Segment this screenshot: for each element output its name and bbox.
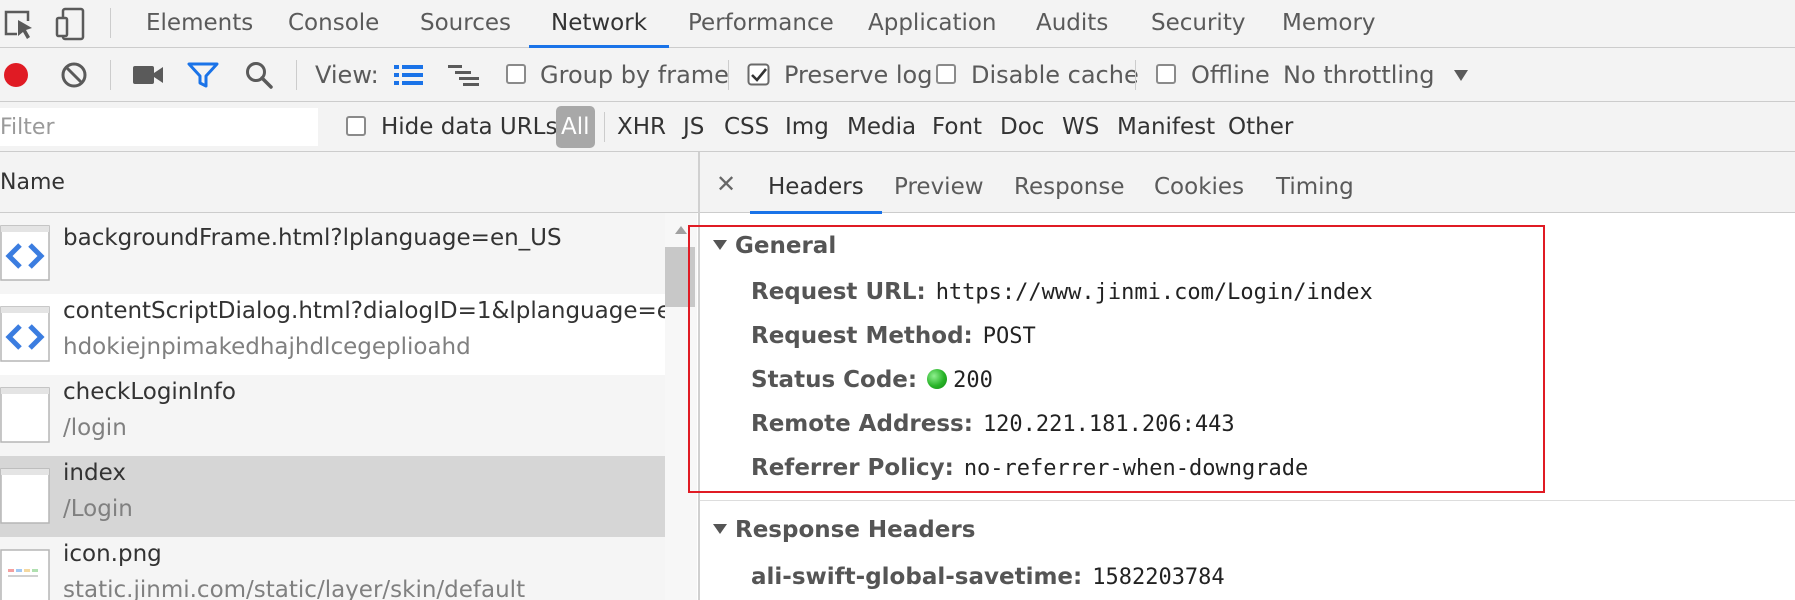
preserve-log-checkbox[interactable] [747, 63, 771, 87]
request-name: backgroundFrame.html?lplanguage=en_US [63, 225, 562, 251]
throttling-select[interactable]: No throttling [1283, 48, 1435, 102]
record-icon[interactable] [2, 61, 30, 89]
request-list: backgroundFrame.html?lplanguage=en_US co… [0, 213, 665, 600]
type-filter-all[interactable]: All [556, 106, 595, 148]
toolbar-separator [728, 60, 729, 90]
type-filter-css[interactable]: CSS [724, 102, 769, 152]
capture-screenshots-icon[interactable] [132, 63, 164, 87]
request-name: icon.png [63, 541, 162, 567]
preserve-log-label[interactable]: Preserve log [784, 48, 932, 102]
image-thumbnail-icon [0, 549, 50, 600]
response-header-key: ali-swift-global-savetime: [751, 564, 1083, 590]
request-name: contentScriptDialog.html?dialogID=1&lpla… [63, 298, 665, 324]
request-path: /Login [63, 496, 133, 522]
response-headers-section-header[interactable]: Response Headers [713, 517, 975, 543]
blank-document-icon [0, 468, 50, 524]
waterfall-overview-icon[interactable] [447, 63, 481, 87]
tab-bar-separator [110, 8, 111, 38]
filter-input[interactable] [0, 108, 318, 146]
request-row[interactable]: backgroundFrame.html?lplanguage=en_US [0, 213, 665, 294]
search-icon[interactable] [244, 60, 274, 90]
request-name: checkLoginInfo [63, 379, 236, 405]
group-by-frame-checkbox[interactable] [506, 64, 526, 84]
disable-cache-label[interactable]: Disable cache [971, 48, 1139, 102]
request-path: /login [63, 415, 127, 441]
type-filter-media[interactable]: Media [847, 102, 916, 152]
inspect-element-icon[interactable] [2, 6, 38, 42]
triangle-down-icon [713, 524, 727, 534]
section-divider [700, 500, 1795, 501]
filter-bar: Hide data URLs All XHR JS CSS Img Media … [0, 102, 1795, 152]
tab-timing[interactable]: Timing [1276, 152, 1354, 213]
filter-separator [604, 112, 605, 142]
toolbar-separator [1135, 60, 1136, 90]
view-label: View: [315, 61, 379, 89]
response-header-value: 1582203784 [1092, 565, 1225, 590]
devtools-tab-bar: Elements Console Sources Network Perform… [0, 0, 1795, 48]
blank-document-icon [0, 387, 50, 443]
device-toolbar-icon[interactable] [54, 6, 90, 42]
html-document-icon [0, 225, 50, 281]
request-path: hdokiejnpimakedhajhdlcegeplioahd [63, 334, 471, 360]
request-row[interactable]: checkLoginInfo /login [0, 375, 665, 456]
request-row[interactable]: icon.png static.jinmi.com/static/layer/s… [0, 537, 665, 600]
type-filter-ws[interactable]: WS [1062, 102, 1099, 152]
toolbar-separator [110, 60, 111, 90]
tab-console[interactable]: Console [288, 0, 379, 47]
hide-data-urls-checkbox[interactable] [346, 116, 366, 136]
toolbar-separator [296, 60, 297, 90]
type-filter-js[interactable]: JS [683, 102, 704, 152]
general-highlight-box [688, 225, 1545, 493]
request-name: index [63, 460, 126, 486]
tab-application[interactable]: Application [868, 0, 997, 47]
scroll-up-arrow-icon[interactable] [675, 226, 687, 234]
type-filter-xhr[interactable]: XHR [617, 102, 666, 152]
tab-performance[interactable]: Performance [688, 0, 834, 47]
tab-sources[interactable]: Sources [420, 0, 511, 47]
group-by-frame-label[interactable]: Group by frame [540, 48, 729, 102]
hide-data-urls-label[interactable]: Hide data URLs [381, 102, 557, 152]
type-filter-doc[interactable]: Doc [1000, 102, 1044, 152]
tab-headers[interactable]: Headers [750, 152, 882, 214]
offline-label[interactable]: Offline [1191, 48, 1270, 102]
network-toolbar: View: Group by frame Preserve log Disabl… [0, 48, 1795, 102]
type-filter-img[interactable]: Img [785, 102, 829, 152]
offline-checkbox[interactable] [1156, 64, 1176, 84]
tab-cookies[interactable]: Cookies [1154, 152, 1244, 213]
request-path: static.jinmi.com/static/layer/skin/defau… [63, 577, 526, 600]
request-row-selected[interactable]: index /Login [0, 456, 665, 537]
disable-cache-checkbox[interactable] [936, 64, 956, 84]
tab-network[interactable]: Network [528, 0, 670, 48]
request-detail-tabs: Headers Preview Response Cookies Timing [700, 152, 1795, 214]
request-row[interactable]: contentScriptDialog.html?dialogID=1&lpla… [0, 294, 665, 375]
chevron-down-icon[interactable] [1453, 68, 1469, 82]
response-header-row: ali-swift-global-savetime: 1582203784 [751, 564, 1225, 590]
tab-response[interactable]: Response [1014, 152, 1124, 213]
tab-elements[interactable]: Elements [146, 0, 253, 47]
type-filter-font[interactable]: Font [932, 102, 982, 152]
clear-icon[interactable] [60, 61, 88, 89]
html-document-icon [0, 306, 50, 362]
tab-memory[interactable]: Memory [1282, 0, 1376, 47]
type-filter-other[interactable]: Other [1228, 102, 1293, 152]
tab-preview[interactable]: Preview [894, 152, 984, 213]
tab-security[interactable]: Security [1151, 0, 1245, 47]
name-column-header[interactable]: Name [0, 152, 700, 213]
type-filter-manifest[interactable]: Manifest [1117, 102, 1215, 152]
filter-icon[interactable] [186, 61, 220, 89]
close-icon[interactable]: ✕ [716, 172, 736, 196]
name-column-label: Name [0, 170, 65, 195]
large-request-rows-icon[interactable] [393, 63, 425, 87]
tab-audits[interactable]: Audits [1036, 0, 1108, 47]
response-headers-title: Response Headers [735, 517, 976, 543]
